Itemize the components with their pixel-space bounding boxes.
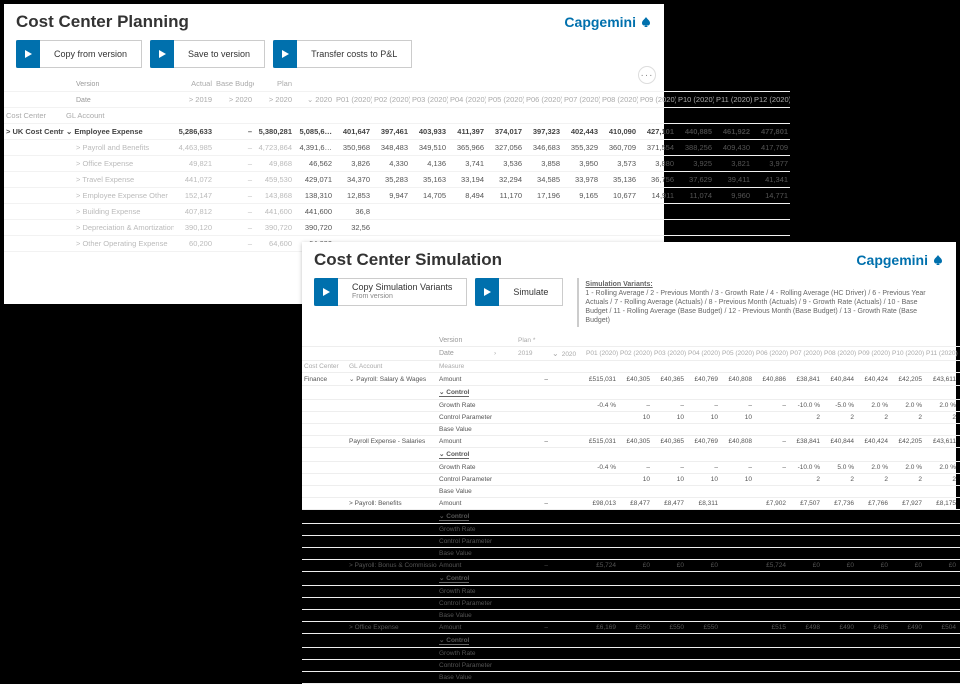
year-toggle[interactable]: > 2019 [174, 92, 214, 108]
period-col[interactable]: P07 (2020) [562, 92, 600, 108]
play-icon [273, 40, 297, 68]
period-col[interactable]: P04 (2020) [686, 347, 720, 361]
table-row[interactable]: Base Value [302, 672, 960, 684]
table-row[interactable]: > Office Expense49,821–49,86846,5623,826… [4, 156, 790, 172]
more-menu-button[interactable]: ··· [638, 66, 656, 84]
period-col[interactable]: P12 (2020) [752, 92, 790, 108]
year-toggle[interactable]: > 2020 [214, 92, 254, 108]
page-title: Cost Center Simulation [314, 250, 502, 270]
simulation-grid: VersionPlan * Date 2019 2020 P01 (2020) … [302, 335, 960, 684]
year-2019[interactable]: 2019 [516, 347, 550, 361]
spade-icon [932, 254, 944, 266]
table-row[interactable]: Control Parameter1010101022222222 [302, 412, 960, 424]
table-row[interactable]: > Travel Expense441,072–459,530429,07134… [4, 172, 790, 188]
table-row[interactable]: > Payroll and Benefits4,463,985–4,723,86… [4, 140, 790, 156]
brand-text: Capgemini [856, 252, 928, 268]
play-icon [16, 40, 40, 68]
table-row[interactable]: Base Value [302, 424, 960, 436]
period-col[interactable]: P11 (2020) [924, 347, 958, 361]
period-col[interactable]: P04 (2020) [448, 92, 486, 108]
table-row[interactable]: Control Parameter1010101022222222 [302, 474, 960, 486]
period-col[interactable]: P02 (2020) [618, 347, 652, 361]
cost-center-header: Cost Center [4, 108, 64, 124]
table-row[interactable]: ⌄ Control [302, 510, 960, 524]
year-toggle[interactable]: ⌄ 2020 [294, 92, 334, 108]
table-row[interactable]: Growth Rate [302, 648, 960, 660]
period-col[interactable]: P05 (2020) [720, 347, 754, 361]
page-title: Cost Center Planning [16, 12, 189, 32]
period-col[interactable]: P09 (2020) [856, 347, 890, 361]
brand-logo: Capgemini [564, 14, 652, 30]
period-col[interactable]: P01 (2020) [334, 92, 372, 108]
period-col[interactable]: P09 (2020) [638, 92, 676, 108]
table-row[interactable]: Base Value [302, 486, 960, 498]
table-row[interactable]: ⌄ Control [302, 634, 960, 648]
period-col[interactable]: P01 (2020) [584, 347, 618, 361]
table-row[interactable]: > Office ExpenseAmount–£6,169£550£550£55… [302, 622, 960, 634]
period-col[interactable]: P11 (2020) [714, 92, 752, 108]
col-base-budget[interactable]: Base Budget [214, 76, 254, 92]
table-row[interactable]: Growth Rate [302, 586, 960, 598]
table-row[interactable]: ⌄ Control [302, 386, 960, 400]
play-icon [314, 278, 338, 306]
period-col[interactable]: P05 (2020) [486, 92, 524, 108]
date-label: Date [64, 92, 174, 108]
table-row[interactable]: Growth Rate-0.4 %–––––-10.0 %-5.0 %2.0 %… [302, 400, 960, 412]
period-col[interactable]: P03 (2020) [652, 347, 686, 361]
table-row[interactable]: ⌄ Control [302, 572, 960, 586]
table-row[interactable]: Growth Rate [302, 524, 960, 536]
period-col[interactable]: P06 (2020) [754, 347, 788, 361]
version-label: Version [437, 335, 492, 347]
year-2020[interactable]: 2020 [550, 347, 584, 361]
summary-row[interactable]: > UK Cost Centres⌄ Employee Expense5,286… [4, 124, 790, 140]
period-col[interactable]: P10 (2020) [676, 92, 714, 108]
table-row[interactable]: Control Parameter [302, 660, 960, 672]
save-to-version-button[interactable]: Save to version [150, 40, 265, 68]
period-col[interactable]: P08 (2020) [600, 92, 638, 108]
date-label: Date [437, 347, 492, 361]
brand-logo: Capgemini [856, 252, 944, 268]
gl-account-header: GL Account [347, 361, 437, 373]
spade-icon [640, 16, 652, 28]
table-row[interactable]: > Payroll: Bonus & CommissionsAmount–£5,… [302, 560, 960, 572]
version-label: Version [64, 76, 174, 92]
plan-label: Plan * [516, 335, 584, 347]
col-plan[interactable]: Plan [254, 76, 294, 92]
cost-center-header: Cost Center [302, 361, 347, 373]
table-row[interactable]: Payroll Expense - SalariesAmount–£515,03… [302, 436, 960, 448]
table-row[interactable]: Base Value [302, 548, 960, 560]
table-row[interactable]: Base Value [302, 610, 960, 622]
play-icon [150, 40, 174, 68]
gl-account-header: GL Account [64, 108, 174, 124]
copy-from-version-button[interactable]: Copy from version [16, 40, 142, 68]
table-row[interactable]: Control Parameter [302, 598, 960, 610]
play-icon [475, 278, 499, 306]
simulate-button[interactable]: Simulate [475, 278, 563, 306]
table-row[interactable]: ⌄ Control [302, 448, 960, 462]
year-toggle[interactable]: > 2020 [254, 92, 294, 108]
measure-header: Measure [437, 361, 492, 373]
table-row[interactable]: > Employee Expense Other152,147–143,8681… [4, 188, 790, 204]
transfer-costs-button[interactable]: Transfer costs to P&L [273, 40, 412, 68]
planning-grid: Version Actual Base Budget Plan Date > 2… [4, 76, 790, 252]
period-col[interactable]: P10 (2020) [890, 347, 924, 361]
table-row[interactable]: > Building Expense407,812–441,600441,600… [4, 204, 790, 220]
period-col[interactable]: P03 (2020) [410, 92, 448, 108]
copy-simulation-variants-button[interactable]: Copy Simulation VariantsFrom version [314, 278, 467, 306]
period-col[interactable]: P08 (2020) [822, 347, 856, 361]
table-row[interactable]: > Depreciation & Amortization390,120–390… [4, 220, 790, 236]
table-row[interactable]: Finance⌄ Payroll: Salary & WagesAmount–£… [302, 373, 960, 386]
simulation-variants-text: Simulation Variants:1 - Rolling Average … [577, 278, 944, 327]
cost-center-simulation-panel: Cost Center Simulation Capgemini Copy Si… [302, 242, 956, 510]
col-actual[interactable]: Actual [174, 76, 214, 92]
year-toggle[interactable] [492, 347, 516, 361]
table-row[interactable]: Control Parameter [302, 536, 960, 548]
period-col[interactable]: P07 (2020) [788, 347, 822, 361]
period-col[interactable]: P06 (2020) [524, 92, 562, 108]
brand-text: Capgemini [564, 14, 636, 30]
period-col[interactable]: P02 (2020) [372, 92, 410, 108]
table-row[interactable]: Growth Rate-0.4 %–––––-10.0 %5.0 %2.0 %2… [302, 462, 960, 474]
table-row[interactable]: > Payroll: BenefitsAmount–£98,013£8,477£… [302, 498, 960, 510]
